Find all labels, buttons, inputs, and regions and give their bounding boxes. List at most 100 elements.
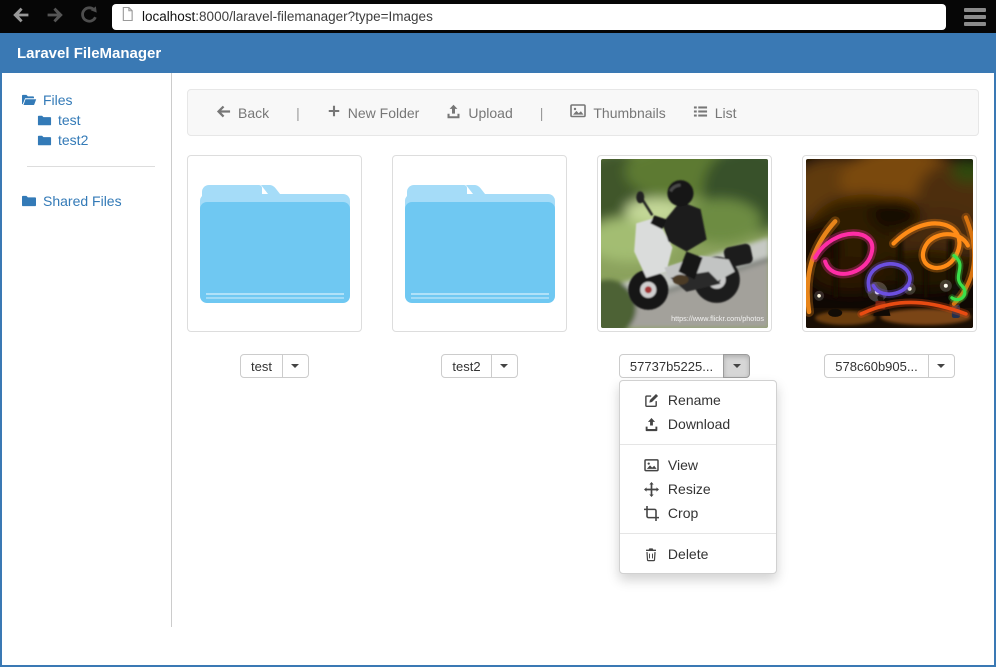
menu-item-delete[interactable]: Delete [620,542,776,566]
menu-label: Download [668,416,730,432]
item-dropdown-toggle-open[interactable] [723,354,750,378]
item-dropdown-toggle[interactable] [491,354,518,378]
plus-icon [327,104,341,121]
folder-thumbnail[interactable] [187,155,362,332]
caret-down-icon [937,364,945,368]
arrow-left-icon [216,104,231,122]
menu-item-crop[interactable]: Crop [620,501,776,525]
browser-menu-icon[interactable] [964,8,986,26]
menu-item-resize[interactable]: Resize [620,477,776,501]
sidebar-item-label: test [58,112,81,128]
sidebar-item-test[interactable]: test [37,110,171,130]
app-title: Laravel FileManager [17,45,161,62]
item-dropdown-toggle[interactable] [282,354,309,378]
folder-open-icon [21,92,37,108]
grid-item-folder-test2: test2 [392,155,567,378]
image-thumbnail[interactable]: https://www.flickr.com/photos [597,155,772,332]
folder-glyph-icon [200,185,350,303]
items-grid: test test2 [187,155,979,378]
watermark-text: https://www.flickr.com/photos [671,314,764,323]
trash-icon [644,547,659,562]
browser-window: localhost:8000/laravel-filemanager?type=… [0,0,996,667]
item-name-button[interactable]: 578c60b905... [824,354,928,378]
toolbar: Back | New Folder [187,89,979,136]
sidebar-item-shared-files[interactable]: Shared Files [21,191,171,211]
item-context-menu: Rename Download [619,380,777,574]
menu-label: Crop [668,505,698,521]
toolbar-separator: | [296,105,300,121]
browser-forward-button[interactable] [44,6,66,28]
sidebar-item-test2[interactable]: test2 [37,130,171,150]
filemanager-app: Laravel FileManager Files [0,33,996,667]
menu-label: Resize [668,481,711,497]
move-arrows-icon [644,482,659,497]
item-name-button-group: 578c60b905... [824,354,954,378]
image-thumbnail[interactable] [802,155,977,332]
item-name-button[interactable]: test2 [441,354,491,378]
menu-item-download[interactable]: Download [620,412,776,436]
picture-icon [570,104,586,121]
crop-icon [644,506,659,521]
new-folder-button[interactable]: New Folder [327,104,420,121]
list-icon [693,104,708,122]
item-name-button-group: test [240,354,309,378]
url-host: localhost [142,9,195,24]
upload-label: Upload [468,105,512,121]
motorcycle-photo: https://www.flickr.com/photos [601,159,768,328]
list-view-button[interactable]: List [693,104,737,122]
folder-icon [37,133,52,148]
sidebar-item-files[interactable]: Files [21,90,171,110]
browser-chrome: localhost:8000/laravel-filemanager?type=… [0,0,996,33]
item-dropdown-toggle[interactable] [928,354,955,378]
caret-down-icon [500,364,508,368]
sidebar-divider [27,166,155,167]
folder-thumbnail[interactable] [392,155,567,332]
toolbar-separator: | [540,105,544,121]
sidebar-item-label: test2 [58,132,88,148]
browser-reload-button[interactable] [78,6,100,28]
upload-button[interactable]: Upload [446,104,512,122]
app-navbar: Laravel FileManager [2,33,994,73]
sidebar: Files test test2 [2,73,172,627]
menu-label: Rename [668,392,721,408]
upload-icon [446,104,461,122]
grid-item-image-57737b5225: https://www.flickr.com/photos 57737b5225… [597,155,772,378]
folder-icon [21,193,37,209]
menu-label: Delete [668,546,708,562]
back-arrow-icon [11,5,31,28]
back-button[interactable]: Back [216,104,269,122]
item-name-button-group: test2 [441,354,517,378]
item-name-button[interactable]: 57737b5225... [619,354,724,378]
menu-label: View [668,457,698,473]
refresh-icon [79,5,99,28]
thumbnails-view-button[interactable]: Thumbnails [570,104,665,121]
caret-down-icon [733,364,741,368]
page-document-icon [121,6,134,27]
download-icon [644,417,659,432]
address-bar[interactable]: localhost:8000/laravel-filemanager?type=… [112,4,946,30]
picture-icon [644,459,659,472]
browser-back-button[interactable] [10,6,32,28]
menu-divider [620,444,776,445]
url-path: :8000/laravel-filemanager?type=Images [195,9,433,24]
menu-item-view[interactable]: View [620,453,776,477]
new-folder-label: New Folder [348,105,420,121]
url-text: localhost:8000/laravel-filemanager?type=… [142,9,433,24]
item-name-button[interactable]: test [240,354,283,378]
grid-item-folder-test: test [187,155,362,378]
folder-icon [37,113,52,128]
app-content: Files test test2 [2,73,994,665]
main-panel: Back | New Folder [172,73,994,665]
menu-divider [620,533,776,534]
pencil-square-icon [644,393,659,408]
sidebar-item-label: Shared Files [43,193,122,209]
back-label: Back [238,105,269,121]
thumbnails-label: Thumbnails [593,105,665,121]
grid-item-image-578c60b905: 578c60b905... [802,155,977,378]
sidebar-item-label: Files [43,92,73,108]
caret-down-icon [291,364,299,368]
menu-item-rename[interactable]: Rename [620,388,776,412]
light-painting-photo [806,159,973,328]
list-label: List [715,105,737,121]
forward-arrow-icon [45,5,65,28]
